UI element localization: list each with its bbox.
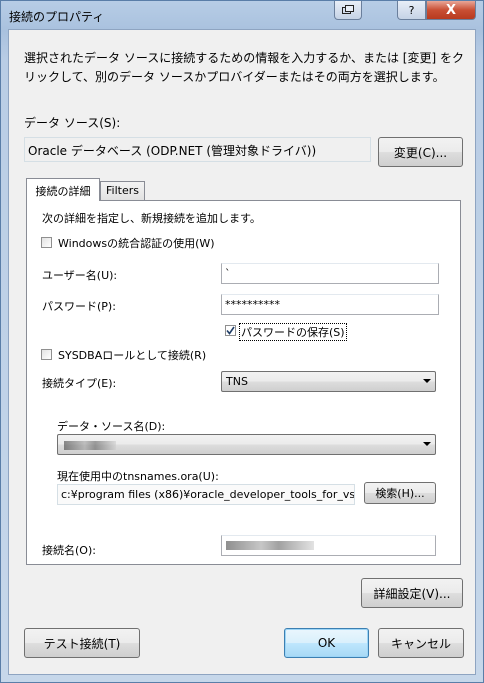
chevron-down-icon — [423, 379, 431, 383]
connection-type-dropdown[interactable]: TNS — [221, 371, 436, 392]
help-button[interactable]: ? — [397, 1, 426, 20]
advanced-settings-button[interactable]: 詳細設定(V)... — [361, 578, 463, 608]
connection-properties-window: 接続のプロパティ ? X 選択されたデータ ソースに接続するための情報を入力する… — [0, 0, 484, 683]
checkmark-icon — [226, 326, 235, 335]
cancel-button[interactable]: キャンセル — [378, 628, 464, 658]
password-input[interactable]: ********** — [221, 294, 439, 315]
tab-filters[interactable]: Filters — [100, 181, 145, 200]
connection-name-label: 接続名(O): — [42, 544, 96, 557]
username-input[interactable]: ` — [221, 263, 439, 284]
tnsnames-label: 現在使用中のtnsnames.ora(U): — [57, 470, 219, 483]
sysdba-checkbox[interactable] — [41, 349, 52, 360]
tnsnames-path-input[interactable]: c:¥program files (x86)¥oracle_developer_… — [57, 484, 355, 505]
tab-connection-details[interactable]: 接続の詳細 — [26, 178, 100, 201]
datasource-value: Oracle データベース (ODP.NET (管理対象ドライバ)) — [24, 137, 371, 162]
connection-type-label: 接続タイプ(E): — [42, 377, 117, 390]
save-password-checkbox[interactable] — [225, 325, 236, 336]
browse-tnsnames-button[interactable]: 検索(H)... — [364, 482, 436, 504]
dialog-description: 選択されたデータ ソースに接続するための情報を入力するか、または [変更] をク… — [24, 51, 464, 84]
password-label: パスワード(P): — [42, 300, 116, 313]
close-button[interactable]: X — [426, 1, 476, 20]
connection-name-input[interactable] — [221, 535, 436, 556]
connection-type-value: TNS — [226, 375, 248, 388]
ok-button[interactable]: OK — [284, 628, 369, 658]
save-password-label: パスワードの保存(S) — [239, 323, 347, 341]
redacted-datasource-name — [64, 441, 116, 450]
title-bar[interactable]: 接続のプロパティ ? X — [1, 1, 483, 29]
test-connection-button[interactable]: テスト接続(T) — [24, 628, 140, 658]
datasource-name-label: データ・ソース名(D): — [57, 420, 166, 433]
windows-auth-label: Windowsの統合認証の使用(W) — [58, 237, 215, 250]
datasource-label: データ ソース(S): — [24, 116, 121, 130]
sysdba-label: SYSDBAロールとして接続(R) — [58, 349, 207, 362]
datasource-name-dropdown[interactable] — [57, 434, 436, 455]
redacted-connection-name — [226, 541, 314, 550]
change-datasource-button[interactable]: 変更(C)... — [378, 137, 463, 167]
close-icon: X — [445, 2, 457, 18]
username-label: ユーザー名(U): — [42, 269, 118, 282]
help-icon: ? — [408, 3, 415, 17]
restore-icon[interactable] — [334, 1, 362, 20]
chevron-down-icon — [423, 442, 431, 446]
connection-details-panel: 次の詳細を指定し、新規接続を追加します。 Windowsの統合認証の使用(W) … — [26, 200, 461, 565]
dialog-body: 選択されたデータ ソースに接続するための情報を入力するか、または [変更] をク… — [8, 29, 476, 675]
window-title: 接続のプロパティ — [9, 10, 105, 24]
windows-auth-checkbox[interactable] — [41, 237, 52, 248]
details-instruction: 次の詳細を指定し、新規接続を追加します。 — [42, 212, 261, 225]
